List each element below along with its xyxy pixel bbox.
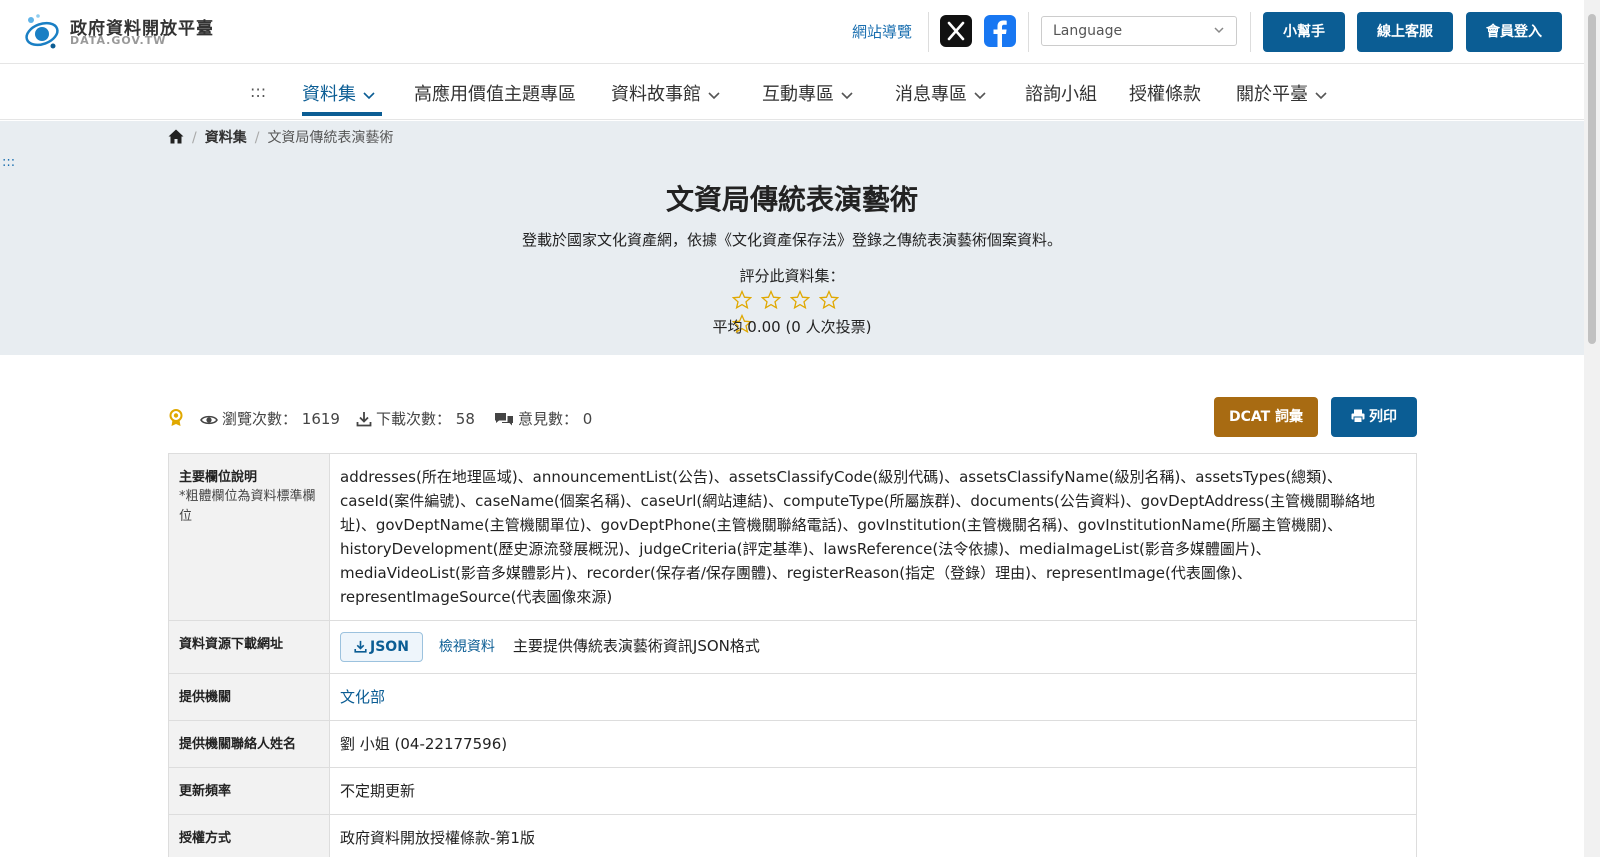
fields-key: 主要欄位說明 *粗體欄位為資料標準欄位 bbox=[168, 453, 330, 621]
nav-item-label: 資料集 bbox=[302, 84, 356, 105]
home-icon[interactable] bbox=[168, 129, 184, 144]
fields-note: *粗體欄位為資料標準欄位 bbox=[179, 489, 316, 524]
divider bbox=[1028, 12, 1029, 52]
chevron-down-icon bbox=[841, 92, 853, 100]
facebook-icon[interactable] bbox=[984, 15, 1016, 47]
rating-label: 評分此資料集： bbox=[739, 267, 845, 285]
chevron-down-icon bbox=[1315, 92, 1327, 100]
nav-item-high-value[interactable]: 高應用價值主題專區 bbox=[414, 80, 576, 106]
comment-count-value: 0 bbox=[582, 410, 593, 428]
chevron-down-icon bbox=[974, 92, 986, 100]
page-scrollbar[interactable] bbox=[1584, 0, 1600, 857]
nav-item-label: 消息專區 bbox=[895, 84, 967, 105]
nav-item-advisory[interactable]: 諮詢小組 bbox=[1025, 80, 1097, 106]
table-row: 資料資源下載網址 JSON 檢視資料 主要提供傳統表演藝術資訊JSON格式 bbox=[168, 620, 1417, 674]
online-support-button[interactable]: 線上客服 bbox=[1357, 12, 1453, 52]
nav-skip-anchor[interactable]: ::: bbox=[250, 82, 266, 101]
language-select[interactable]: Language bbox=[1041, 16, 1237, 46]
frequency-value: 不定期更新 bbox=[329, 767, 1417, 815]
print-button-label: 列印 bbox=[1369, 409, 1397, 425]
dataset-hero: / 資料集 / 文資局傳統表演藝術 ::: 文資局傳統表演藝術 登載於國家文化資產網，… bbox=[0, 121, 1584, 355]
nav-item-label: 互動專區 bbox=[762, 84, 834, 105]
award-icon bbox=[169, 409, 183, 426]
logo-subtitle: DATA.GOV.TW bbox=[70, 34, 167, 47]
chevron-down-icon bbox=[363, 92, 375, 100]
frequency-key: 更新頻率 bbox=[168, 767, 330, 815]
download-icon bbox=[356, 412, 372, 427]
table-row: 主要欄位說明 *粗體欄位為資料標準欄位 addresses(所在地理區域)、an… bbox=[168, 453, 1417, 621]
download-key: 資料資源下載網址 bbox=[168, 620, 330, 674]
breadcrumb-datasets[interactable]: 資料集 bbox=[205, 130, 247, 146]
nav-item-label: 諮詢小組 bbox=[1025, 84, 1097, 105]
dataset-description: 登載於國家文化資產網，依據《文化資產保存法》登錄之傳統表演藝術個案資料。 bbox=[521, 231, 1062, 249]
logo-icon bbox=[25, 14, 59, 49]
nav-item-license[interactable]: 授權條款 bbox=[1129, 80, 1201, 106]
active-tab-indicator bbox=[302, 112, 382, 116]
view-count-value: 1619 bbox=[301, 410, 340, 428]
dataset-details-table: 主要欄位說明 *粗體欄位為資料標準欄位 addresses(所在地理區域)、an… bbox=[168, 453, 1417, 857]
nav-item-news[interactable]: 消息專區 bbox=[895, 80, 987, 106]
breadcrumb: / 資料集 / 文資局傳統表演藝術 bbox=[168, 127, 393, 147]
nav-item-about[interactable]: 關於平臺 bbox=[1236, 80, 1328, 106]
site-logo[interactable]: 政府資料開放平臺 DATA.GOV.TW bbox=[22, 12, 222, 52]
star-icon[interactable] bbox=[761, 290, 782, 310]
helper-button[interactable]: 小幫手 bbox=[1263, 12, 1345, 52]
star-icon[interactable] bbox=[732, 290, 752, 310]
dcat-vocabulary-button[interactable]: DCAT 詞彙 bbox=[1214, 397, 1318, 437]
divider bbox=[1250, 12, 1251, 52]
x-twitter-icon[interactable] bbox=[940, 15, 972, 47]
eye-icon bbox=[200, 415, 218, 425]
member-login-button[interactable]: 會員登入 bbox=[1466, 12, 1562, 52]
download-value: JSON 檢視資料 主要提供傳統表演藝術資訊JSON格式 bbox=[329, 620, 1417, 674]
page-title: 文資局傳統表演藝術 bbox=[665, 183, 918, 216]
license-key: 授權方式 bbox=[168, 814, 330, 857]
table-row: 更新頻率 不定期更新 bbox=[168, 767, 1417, 815]
chevron-down-icon bbox=[1214, 27, 1224, 34]
print-icon bbox=[1351, 409, 1365, 423]
nav-item-label: 高應用價值主題專區 bbox=[414, 84, 576, 105]
provider-value: 文化部 bbox=[329, 673, 1417, 721]
comments-icon bbox=[495, 413, 513, 426]
content-skip-anchor[interactable]: ::: bbox=[2, 155, 15, 170]
star-icon[interactable] bbox=[819, 290, 840, 310]
download-icon bbox=[354, 640, 367, 653]
download-count-value: 58 bbox=[455, 410, 475, 428]
nav-item-label: 資料故事館 bbox=[611, 84, 701, 105]
divider bbox=[928, 12, 929, 52]
scrollbar-thumb[interactable] bbox=[1588, 14, 1596, 344]
breadcrumb-current: 文資局傳統表演藝術 bbox=[267, 130, 394, 146]
site-header: 政府資料開放平臺 DATA.GOV.TW 網站導覽 Language 小幫手 線… bbox=[0, 0, 1584, 64]
nav-item-stories[interactable]: 資料故事館 bbox=[611, 80, 721, 106]
provider-link[interactable]: 文化部 bbox=[340, 688, 385, 706]
sitemap-link[interactable]: 網站導覽 bbox=[852, 21, 912, 42]
provider-key: 提供機關 bbox=[168, 673, 330, 721]
rating-average: 平均 0.00 (0 人次投票) bbox=[712, 318, 872, 336]
fields-value: addresses(所在地理區域)、announcementList(公告)、a… bbox=[329, 453, 1417, 621]
comment-count: 意見數： 0 bbox=[494, 408, 592, 429]
view-count: 瀏覽次數： 1619 bbox=[200, 408, 340, 429]
license-value: 政府資料開放授權條款-第1版 bbox=[329, 814, 1417, 857]
view-data-link[interactable]: 檢視資料 bbox=[439, 639, 495, 655]
json-download-button[interactable]: JSON bbox=[340, 632, 423, 662]
nav-item-label: 關於平臺 bbox=[1236, 84, 1308, 105]
print-button[interactable]: 列印 bbox=[1331, 397, 1417, 437]
contact-value: 劉 小姐 (04-22177596) bbox=[329, 720, 1417, 768]
chevron-down-icon bbox=[708, 92, 720, 100]
star-icon[interactable] bbox=[790, 290, 811, 310]
table-row: 提供機關 文化部 bbox=[168, 673, 1417, 721]
download-count: 下載次數： 58 bbox=[356, 408, 475, 429]
nav-item-label: 授權條款 bbox=[1129, 84, 1201, 105]
language-select-value: Language bbox=[1053, 23, 1123, 39]
table-row: 授權方式 政府資料開放授權條款-第1版 bbox=[168, 814, 1417, 857]
table-row: 提供機關聯絡人姓名 劉 小姐 (04-22177596) bbox=[168, 720, 1417, 768]
nav-item-interactive[interactable]: 互動專區 bbox=[762, 80, 854, 106]
main-nav: ::: 資料集 高應用價值主題專區 資料故事館 互動專區 消息專區 諮詢小組 授… bbox=[0, 64, 1584, 120]
download-description: 主要提供傳統表演藝術資訊JSON格式 bbox=[512, 637, 760, 655]
contact-key: 提供機關聯絡人姓名 bbox=[168, 720, 330, 768]
nav-item-datasets[interactable]: 資料集 bbox=[302, 80, 376, 106]
rating-stars bbox=[732, 290, 852, 334]
